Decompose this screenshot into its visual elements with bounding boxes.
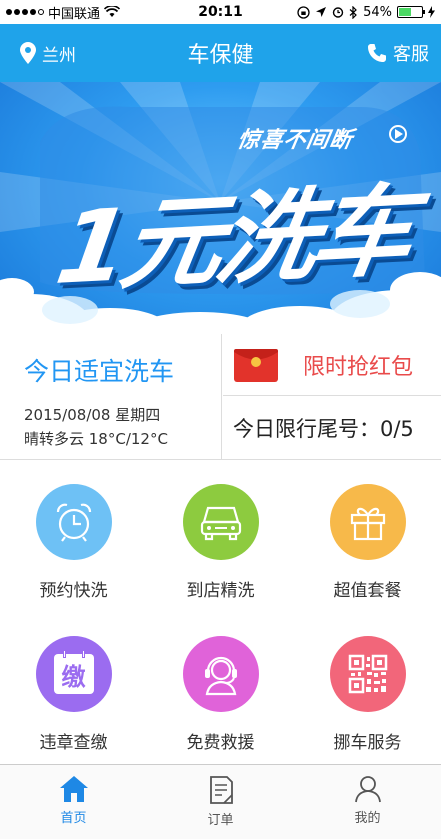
tab-orders[interactable]: 订单	[147, 765, 294, 839]
service-store-wash[interactable]: 到店精洗	[147, 460, 294, 612]
profile-icon	[354, 776, 381, 803]
service-rescue[interactable]: 免费救援	[147, 612, 294, 764]
service-grid: 预约快洗 到店精洗 超值套餐 缴 违章查缴 免费救援 挪车服务	[0, 460, 441, 765]
location-arrow-icon	[316, 7, 327, 17]
status-left: 中国联通	[6, 3, 297, 22]
weather-text: 晴转多云 18°C/12°C	[24, 430, 168, 448]
service-icon-circle: 缴	[35, 636, 112, 712]
tab-label: 首页	[60, 811, 87, 826]
gift-icon	[350, 507, 385, 541]
tab-bar: 首页 订单 我的	[0, 764, 441, 839]
service-label: 预约快洗	[39, 581, 108, 601]
signal-strength-icon	[6, 9, 44, 15]
wash-title: 今日适宜洗车	[24, 357, 175, 386]
fine-calendar-char: 缴	[61, 662, 86, 691]
carrier-name: 中国联通	[48, 6, 101, 22]
status-right: 54%	[297, 5, 435, 20]
battery-percent: 54%	[363, 4, 392, 20]
service-move-car[interactable]: 挪车服务	[294, 612, 441, 764]
customer-service-label: 客服	[393, 44, 429, 65]
home-icon	[59, 776, 88, 802]
promo-banner[interactable]: 惊喜不间断 1元洗车	[0, 82, 441, 334]
service-label: 超值套餐	[333, 581, 402, 601]
customer-service-button[interactable]: 客服	[311, 40, 441, 66]
service-icon-circle	[182, 484, 259, 560]
page-title: 车保健	[187, 43, 254, 68]
headset-icon	[204, 656, 237, 696]
phone-icon	[368, 44, 386, 62]
battery-icon	[397, 6, 425, 18]
service-icon-circle	[182, 636, 259, 712]
service-icon-circle	[35, 484, 112, 560]
service-violation[interactable]: 缴 违章查缴	[0, 612, 147, 764]
city-selector[interactable]: 兰州	[0, 41, 130, 66]
orientation-lock-icon	[297, 5, 310, 19]
wash-forecast[interactable]: 今日适宜洗车 2015/08/08 星期四 晴转多云 18°C/12°C	[0, 334, 222, 460]
banner-headline: 1元洗车	[49, 172, 417, 307]
service-label: 免费救援	[186, 733, 255, 753]
service-package[interactable]: 超值套餐	[294, 460, 441, 612]
location-pin-icon	[20, 42, 36, 64]
qr-code-icon	[348, 654, 387, 694]
red-packet-label: 限时抢红包	[303, 354, 414, 380]
tab-home[interactable]: 首页	[0, 765, 147, 839]
red-packet-button[interactable]: 限时抢红包	[223, 334, 441, 396]
service-label: 违章查缴	[39, 733, 108, 753]
status-bar: 中国联通 20:11 54%	[0, 0, 441, 24]
plate-restriction: 今日限行尾号：0/5	[233, 417, 414, 441]
service-quick-wash[interactable]: 预约快洗	[0, 460, 147, 612]
nav-bar: 兰州 车保健 客服	[0, 24, 441, 82]
banner-subtitle: 惊喜不间断	[235, 128, 355, 153]
service-label: 到店精洗	[186, 581, 255, 601]
info-panel: 今日适宜洗车 2015/08/08 星期四 晴转多云 18°C/12°C 限时抢…	[0, 334, 441, 460]
fine-calendar-icon: 缴	[53, 650, 94, 694]
tab-label: 订单	[207, 813, 234, 828]
wifi-icon	[104, 6, 121, 17]
tab-label: 我的	[354, 811, 381, 826]
car-icon	[200, 506, 241, 541]
red-envelope-icon	[234, 348, 278, 382]
bluetooth-icon	[349, 5, 357, 19]
alarm-icon	[332, 7, 344, 18]
city-label: 兰州	[42, 45, 76, 66]
tab-profile[interactable]: 我的	[294, 765, 441, 839]
service-icon-circle	[329, 636, 406, 712]
charging-bolt-icon	[428, 6, 435, 18]
service-icon-circle	[329, 484, 406, 560]
service-label: 挪车服务	[333, 733, 402, 753]
date-text: 2015/08/08 星期四	[24, 406, 161, 424]
order-icon	[209, 776, 233, 804]
alarm-clock-icon	[56, 503, 91, 542]
